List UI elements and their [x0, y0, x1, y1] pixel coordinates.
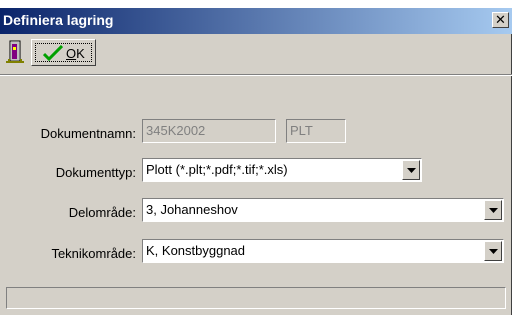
exit-door-icon: [6, 40, 24, 63]
delomrade-select[interactable]: 3, Johanneshov: [142, 198, 504, 222]
chevron-down-icon: [489, 208, 498, 213]
status-bar: [6, 287, 506, 309]
dokumenttyp-select[interactable]: Plott (*.plt;*.pdf;*.tif;*.xls): [142, 158, 422, 182]
chevron-down-icon: [489, 249, 498, 254]
delomrade-dropdown-button[interactable]: [484, 200, 502, 220]
dokumenttyp-label: Dokumenttyp:: [55, 165, 136, 180]
checkmark-icon: [43, 45, 63, 62]
ok-label: OK: [66, 46, 85, 61]
dokumentnamn-suffix-field: PLT: [286, 119, 346, 143]
toolbar-divider: [0, 74, 512, 76]
teknikomrade-select[interactable]: K, Konstbyggnad: [142, 239, 504, 263]
close-icon: ✕: [495, 12, 506, 27]
dokumentnamn-field: 345K2002: [142, 119, 276, 143]
dokumenttyp-dropdown-button[interactable]: [402, 160, 420, 180]
delomrade-label: Delområde:: [68, 205, 136, 220]
title-bar: Definiera lagring ✕: [0, 8, 512, 34]
exit-button[interactable]: [4, 39, 26, 65]
teknikomrade-dropdown-button[interactable]: [484, 241, 502, 261]
close-button[interactable]: ✕: [492, 12, 509, 28]
toolbar: OK: [0, 34, 512, 74]
delomrade-value: 3, Johanneshov: [146, 202, 238, 217]
teknikomrade-label: Teknikområde:: [51, 246, 136, 261]
ok-button[interactable]: OK: [31, 39, 96, 66]
teknikomrade-value: K, Konstbyggnad: [146, 243, 246, 258]
window-title: Definiera lagring: [3, 12, 114, 28]
dokumentnamn-label: Dokumentnamn:: [40, 126, 136, 141]
chevron-down-icon: [407, 168, 416, 173]
dialog-window: Definiera lagring ✕ OK Dokumentnamn: 345…: [0, 8, 512, 315]
dokumenttyp-value: Plott (*.plt;*.pdf;*.tif;*.xls): [146, 162, 288, 177]
